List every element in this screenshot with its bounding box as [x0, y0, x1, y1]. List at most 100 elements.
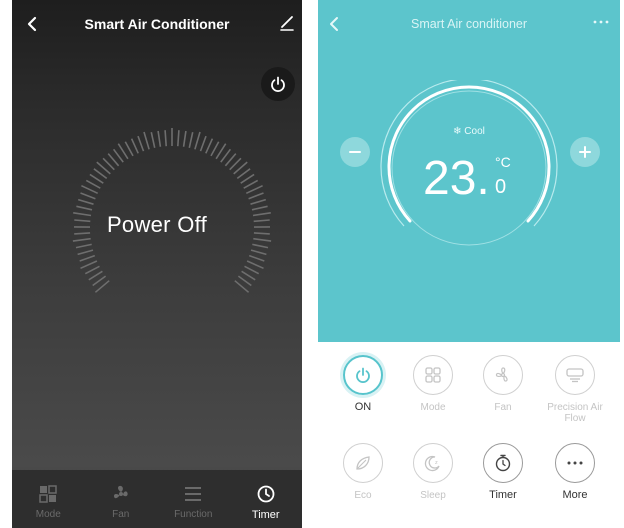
bottom-tab-bar: Mode Fan Function Timer: [12, 470, 302, 528]
precision-air-flow-button[interactable]: [555, 355, 595, 395]
tab-fan[interactable]: Fan: [85, 470, 158, 528]
dial-tick: [246, 260, 264, 270]
mode-control[interactable]: Mode: [397, 355, 469, 413]
eco-control[interactable]: Eco: [327, 443, 399, 501]
fan-control[interactable]: Fan: [467, 355, 539, 413]
decrease-temperature-button[interactable]: [340, 137, 370, 167]
dial-tick: [130, 138, 139, 154]
dial-tick: [80, 192, 96, 200]
fan-icon: [495, 367, 508, 382]
air-flow-icon: [566, 368, 584, 383]
more-dots-icon: [567, 461, 583, 465]
dial-tick: [210, 141, 220, 157]
dial-tick: [240, 173, 255, 184]
dial-tick: [143, 131, 150, 150]
fan-icon: [113, 485, 128, 499]
dial-tick: [194, 131, 201, 150]
dial-tick: [79, 254, 96, 262]
dial-tick: [236, 168, 251, 180]
edit-button[interactable]: [278, 14, 296, 32]
mode-icon: [425, 367, 441, 383]
more-button[interactable]: [555, 443, 595, 483]
control-label: Fan: [494, 402, 512, 413]
ellipsis-icon: [593, 20, 609, 24]
dial-tick: [72, 237, 91, 242]
control-label: Sleep: [420, 490, 446, 501]
dial-tick: [112, 148, 124, 163]
temperature-panel: Smart Air conditioner ❄ Cool 23. °C 0: [318, 0, 620, 342]
dial-tick: [248, 254, 265, 262]
tab-fan-label: Fan: [112, 509, 130, 520]
svg-text:z: z: [435, 460, 438, 466]
dial-tick: [75, 243, 92, 249]
power-off-screen: Smart Air Conditioner Power Off Mode Fan…: [12, 0, 302, 528]
dial-tick: [89, 173, 104, 184]
dial-tick: [93, 168, 108, 180]
dial-tick: [81, 184, 99, 195]
increase-temperature-button[interactable]: [570, 137, 600, 167]
dial-tick: [241, 270, 256, 281]
timer-control[interactable]: Timer: [467, 443, 539, 501]
more-options-button[interactable]: [592, 15, 610, 29]
cool-mode-screen: Smart Air conditioner ❄ Cool 23. °C 0 ON…: [318, 0, 620, 528]
power-button[interactable]: [261, 67, 295, 101]
control-label: Timer: [489, 489, 517, 501]
timer-button[interactable]: [483, 443, 523, 483]
dial-tick: [80, 260, 98, 270]
tab-function-label: Function: [174, 509, 213, 520]
dial-tick: [248, 192, 264, 200]
page-title: Smart Air conditioner: [410, 17, 528, 31]
plus-icon: [579, 146, 591, 158]
dial-tick: [243, 179, 259, 189]
dial-tick: [251, 205, 268, 211]
temperature-integer: 23.: [423, 152, 490, 205]
tab-timer-label: Timer: [251, 509, 280, 521]
left-header: Smart Air Conditioner: [12, 0, 302, 50]
fan-button[interactable]: [483, 355, 523, 395]
eco-leaf-icon: [356, 456, 370, 470]
dial-tick: [250, 249, 267, 256]
power-icon: [356, 367, 370, 383]
dial-tick: [137, 135, 145, 152]
function-menu-icon: [185, 487, 202, 501]
power-on-control[interactable]: ON: [327, 355, 399, 413]
mode-icon: [39, 485, 57, 503]
power-button[interactable]: [343, 355, 383, 395]
dial-tick: [182, 130, 187, 147]
current-mode: ❄ Cool: [318, 126, 620, 137]
mode-button[interactable]: [413, 355, 453, 395]
sleep-control[interactable]: z Sleep: [397, 443, 469, 501]
clock-icon: [257, 485, 275, 503]
tab-timer[interactable]: Timer: [230, 470, 303, 528]
dial-tick: [77, 198, 94, 205]
dial-tick: [220, 148, 232, 163]
dial-tick: [124, 141, 134, 157]
control-label: ON: [354, 401, 372, 413]
dial-tick: [92, 275, 107, 287]
stopwatch-icon: [495, 454, 511, 472]
more-control[interactable]: More: [539, 443, 611, 501]
tab-function[interactable]: Function: [157, 470, 230, 528]
dial-tick: [84, 265, 100, 275]
dial-tick: [252, 243, 269, 249]
power-icon: [271, 76, 285, 92]
dial-tick: [237, 275, 252, 287]
dial-tick: [188, 132, 194, 148]
temperature-decimal: 0: [495, 176, 507, 198]
minus-icon: [349, 151, 361, 153]
temperature-unit: °C: [495, 154, 511, 170]
sleep-moon-icon: z: [424, 455, 440, 472]
dial-tick: [76, 205, 93, 211]
sleep-button[interactable]: z: [413, 443, 453, 483]
dial-tick: [253, 237, 272, 242]
dial-tick: [88, 270, 103, 281]
dial-tick: [244, 265, 260, 275]
dial-tick: [205, 138, 214, 154]
dial-tick: [157, 130, 162, 147]
precision-air-flow-control[interactable]: Precision Air Flow: [539, 355, 611, 424]
eco-button[interactable]: [343, 443, 383, 483]
control-label: Precision Air Flow: [547, 402, 603, 424]
tab-mode[interactable]: Mode: [12, 470, 85, 528]
page-title: Smart Air Conditioner: [84, 16, 230, 32]
power-status-text: Power Off: [106, 212, 208, 237]
